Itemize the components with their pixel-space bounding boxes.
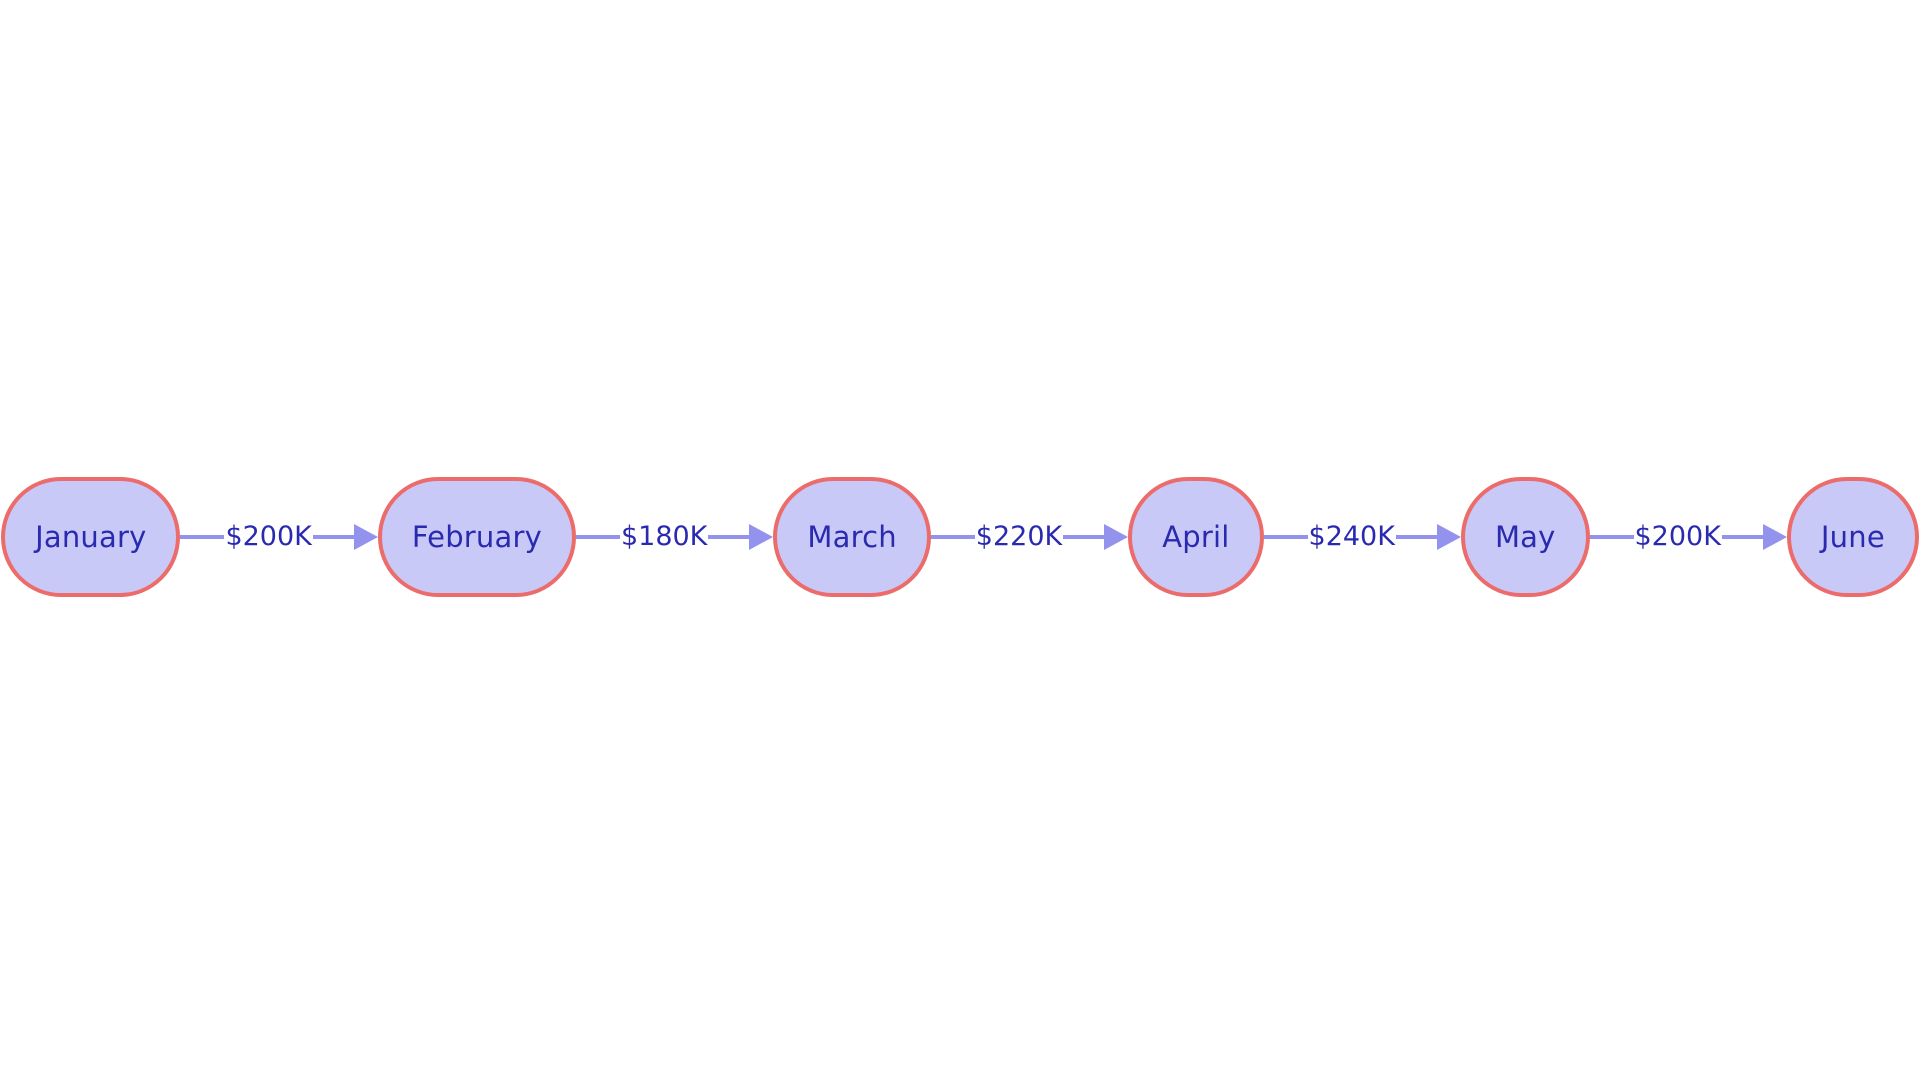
flowchart-node-chain: January $200K February $180K March $220K [0, 477, 1920, 597]
edge-label: $240K [1308, 520, 1395, 552]
flow-edge-april-may[interactable]: $240K [1263, 477, 1461, 597]
flow-edge-march-april[interactable]: $220K [930, 477, 1129, 597]
flow-node-april[interactable]: April [1128, 477, 1264, 597]
edge-line-segment [930, 535, 975, 539]
flow-node-june[interactable]: June [1786, 477, 1919, 597]
flow-node-january[interactable]: January [1, 477, 181, 597]
edge-label: $200K [225, 520, 312, 552]
arrowhead-icon [353, 524, 378, 550]
edge-line-segment [1395, 535, 1438, 539]
flow-node-may[interactable]: May [1460, 477, 1590, 597]
edge-line-segment [1263, 535, 1308, 539]
edge-label: $200K [1634, 520, 1721, 552]
flow-edge-may-june[interactable]: $200K [1589, 477, 1787, 597]
flow-node-label: May [1494, 519, 1556, 554]
flow-node-label: April [1162, 519, 1230, 554]
edge-line-segment [1589, 535, 1634, 539]
edge-label: $220K [975, 520, 1063, 552]
flow-edge-january-february[interactable]: $200K [180, 477, 378, 597]
arrowhead-icon [1104, 524, 1129, 550]
flow-node-label: June [1820, 519, 1885, 554]
edge-line-segment [312, 535, 355, 539]
arrowhead-icon [1436, 524, 1461, 550]
flow-node-february[interactable]: February [377, 477, 576, 597]
edge-label: $180K [620, 520, 708, 552]
flow-node-label: March [807, 519, 897, 554]
edge-line-segment [180, 535, 225, 539]
edge-line-segment [708, 535, 751, 539]
flow-edge-february-march[interactable]: $180K [575, 477, 774, 597]
flowchart-canvas: January $200K February $180K March $220K [0, 0, 1920, 1080]
arrowhead-icon [749, 524, 774, 550]
edge-line-segment [1063, 535, 1106, 539]
flow-node-label: January [35, 519, 147, 554]
edge-line-segment [575, 535, 620, 539]
arrowhead-icon [1762, 524, 1787, 550]
edge-line-segment [1721, 535, 1764, 539]
flow-node-march[interactable]: March [773, 477, 931, 597]
flow-node-label: February [411, 519, 542, 554]
